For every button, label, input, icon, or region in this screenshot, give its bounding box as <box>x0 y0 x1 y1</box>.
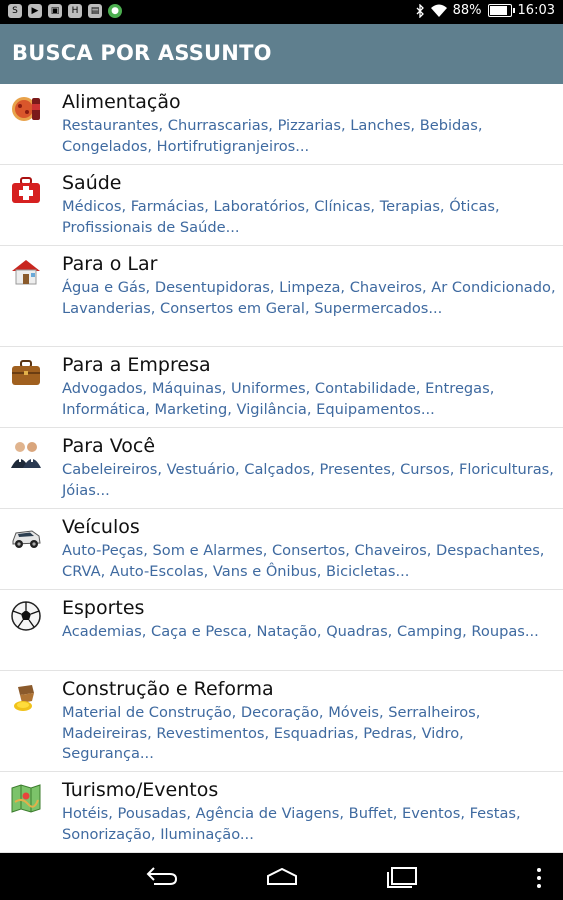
category-item-para-a-empresa[interactable]: Para a Empresa Advogados, Máquinas, Unif… <box>0 347 563 428</box>
category-title: Para a Empresa <box>62 354 211 376</box>
hd-icon: H <box>68 4 82 18</box>
category-title: Turismo/Eventos <box>62 779 219 801</box>
category-item-para-o-lar[interactable]: Para o Lar Água e Gás, Desentupidoras, L… <box>0 246 563 347</box>
category-description: Advogados, Máquinas, Uniformes, Contabil… <box>62 380 495 418</box>
category-item-construcao-e-reforma[interactable]: Construção e Reforma Material de Constru… <box>0 671 563 772</box>
skype-icon: S <box>8 4 22 18</box>
status-bar: S ▶ ▣ H ▤ ● 88% 16:03 <box>0 0 563 24</box>
car-icon <box>10 521 42 553</box>
category-item-turismo-eventos[interactable]: Turismo/Eventos Hotéis, Pousadas, Agênci… <box>0 772 563 853</box>
category-description: Academias, Caça e Pesca, Natação, Quadra… <box>62 623 539 640</box>
category-title: Para o Lar <box>62 253 158 275</box>
category-description: Médicos, Farmácias, Laboratórios, Clínic… <box>62 198 500 236</box>
category-item-para-voce[interactable]: Para Você Cabeleireiros, Vestuário, Calç… <box>0 428 563 509</box>
page-title: BUSCA POR ASSUNTO <box>12 41 272 65</box>
battery-percent: 88% <box>452 3 482 18</box>
briefcase-icon <box>10 357 42 389</box>
people-icon <box>10 438 42 470</box>
category-item-esportes[interactable]: Esportes Academias, Caça e Pesca, Nataçã… <box>0 590 563 671</box>
category-list[interactable]: Alimentação Restaurantes, Churrascarias,… <box>0 84 563 853</box>
app-bar: BUSCA POR ASSUNTO <box>0 24 563 84</box>
category-description: Cabeleireiros, Vestuário, Calçados, Pres… <box>62 461 554 499</box>
paint-bucket-icon <box>10 681 42 713</box>
home-icon[interactable] <box>266 868 298 886</box>
notification-icons: S ▶ ▣ H ▤ ● <box>8 4 122 18</box>
category-description: Hotéis, Pousadas, Agência de Viagens, Bu… <box>62 805 521 843</box>
category-description: Auto-Peças, Som e Alarmes, Consertos, Ch… <box>62 542 545 580</box>
category-item-veiculos[interactable]: Veículos Auto-Peças, Som e Alarmes, Cons… <box>0 509 563 590</box>
category-title: Veículos <box>62 516 140 538</box>
image-icon: ▣ <box>48 4 62 18</box>
photo-icon: ▤ <box>88 4 102 18</box>
food-icon <box>10 92 42 124</box>
recent-apps-icon[interactable] <box>386 866 418 888</box>
category-description: Material de Construção, Decoração, Móvei… <box>62 704 481 762</box>
phone-app-icon: ● <box>108 4 122 18</box>
category-title: Para Você <box>62 435 156 457</box>
first-aid-kit-icon <box>10 175 42 207</box>
youtube-icon: ▶ <box>28 4 42 18</box>
battery-icon <box>487 4 515 17</box>
category-title: Alimentação <box>62 91 181 113</box>
back-icon[interactable] <box>146 865 178 887</box>
system-indicators: 88% 16:03 <box>415 3 555 18</box>
category-title: Esportes <box>62 597 145 619</box>
bluetooth-icon <box>416 3 424 18</box>
house-icon <box>10 256 42 288</box>
category-description: Água e Gás, Desentupidoras, Limpeza, Cha… <box>62 279 556 317</box>
map-icon <box>10 782 42 814</box>
navigation-bar <box>0 853 563 900</box>
category-item-alimentacao[interactable]: Alimentação Restaurantes, Churrascarias,… <box>0 84 563 165</box>
soccer-ball-icon <box>10 600 42 632</box>
category-title: Saúde <box>62 172 122 194</box>
category-item-saude[interactable]: Saúde Médicos, Farmácias, Laboratórios, … <box>0 165 563 246</box>
category-title: Construção e Reforma <box>62 678 274 700</box>
category-description: Restaurantes, Churrascarias, Pizzarias, … <box>62 117 483 155</box>
overflow-menu-icon[interactable] <box>535 867 543 889</box>
clock: 16:03 <box>517 3 555 18</box>
wifi-icon <box>430 4 447 17</box>
